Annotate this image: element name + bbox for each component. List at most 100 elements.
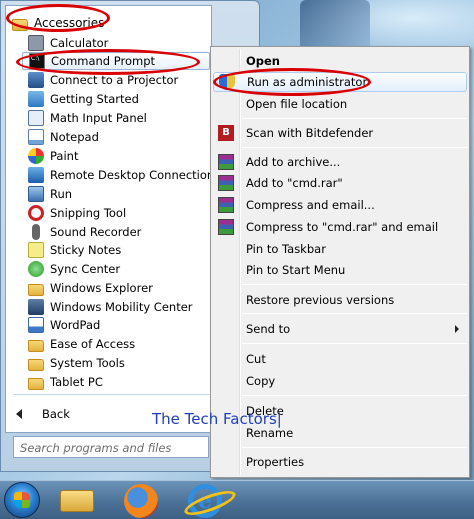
menu-label: Properties <box>246 455 305 469</box>
winrar-icon <box>218 175 234 191</box>
program-label: Snipping Tool <box>50 206 127 220</box>
programs-pane: Accessories Calculator Command Prompt Co… <box>5 5 214 433</box>
menu-label: Restore previous versions <box>246 293 395 307</box>
shield-icon <box>219 74 235 90</box>
program-label: Tablet PC <box>50 375 103 389</box>
wordpad-icon <box>28 317 44 333</box>
program-label: Ease of Access <box>50 337 136 351</box>
menu-separator <box>242 147 467 148</box>
program-label: Calculator <box>50 36 109 50</box>
menu-label: Copy <box>246 374 276 388</box>
program-snipping-tool[interactable]: Snipping Tool <box>22 204 227 222</box>
program-label: Sync Center <box>50 262 121 276</box>
back-label: Back <box>42 407 70 421</box>
folder-open-icon <box>12 18 28 31</box>
program-sync-center[interactable]: Sync Center <box>22 260 227 278</box>
notepad-icon <box>28 129 44 145</box>
menu-properties[interactable]: Properties <box>213 452 467 472</box>
divider <box>14 394 214 395</box>
menu-scan-bitdefender[interactable]: B Scan with Bitdefender <box>213 123 467 143</box>
menu-compress-to-cmd-rar-email[interactable]: Compress to "cmd.rar" and email <box>213 217 467 237</box>
program-paint[interactable]: Paint <box>22 147 227 165</box>
folder-icon <box>28 283 44 296</box>
program-label: WordPad <box>50 318 101 332</box>
program-notepad[interactable]: Notepad <box>22 128 227 146</box>
menu-pin-to-start-menu[interactable]: Pin to Start Menu <box>213 260 467 280</box>
search-input[interactable]: Search programs and files <box>13 436 209 458</box>
folder-tablet-pc[interactable]: Tablet PC <box>22 373 227 391</box>
folder-accessories[interactable]: Accessories <box>12 14 112 32</box>
menu-label: Rename <box>246 426 294 440</box>
program-label: Notepad <box>50 130 99 144</box>
program-run[interactable]: Run <box>22 185 227 203</box>
program-connect-projector[interactable]: Connect to a Projector <box>22 71 227 89</box>
menu-separator <box>242 447 467 448</box>
folder-icon <box>28 377 44 390</box>
remote-desktop-icon <box>28 167 44 183</box>
program-label: Run <box>50 187 73 201</box>
taskbar-explorer-icon[interactable] <box>60 490 94 512</box>
program-label: Paint <box>50 149 79 163</box>
program-wordpad[interactable]: WordPad <box>22 316 227 334</box>
program-label: Getting Started <box>50 92 139 106</box>
folder-system-tools[interactable]: System Tools <box>22 354 227 372</box>
getting-started-icon <box>28 91 44 107</box>
menu-cut[interactable]: Cut <box>213 349 467 369</box>
menu-label: Add to archive... <box>246 155 341 169</box>
menu-label: Compress and email... <box>246 198 375 212</box>
folder-ease-of-access[interactable]: Ease of Access <box>22 335 227 353</box>
program-label: Sound Recorder <box>50 225 142 239</box>
menu-compress-and-email[interactable]: Compress and email... <box>213 195 467 215</box>
menu-separator <box>242 343 467 344</box>
menu-pin-to-taskbar[interactable]: Pin to Taskbar <box>213 239 467 259</box>
program-command-prompt[interactable]: Command Prompt <box>22 52 210 70</box>
snipping-tool-icon <box>28 205 44 221</box>
program-getting-started[interactable]: Getting Started <box>22 90 227 108</box>
back-arrow-icon <box>16 409 22 419</box>
menu-open-file-location[interactable]: Open file location <box>213 94 467 114</box>
menu-copy[interactable]: Copy <box>213 371 467 391</box>
menu-separator <box>242 284 467 285</box>
watermark-text: The Tech Factors| <box>152 410 282 428</box>
winrar-icon <box>218 219 234 235</box>
menu-label: Pin to Start Menu <box>246 263 346 277</box>
program-label: Windows Mobility Center <box>50 300 193 314</box>
program-remote-desktop[interactable]: Remote Desktop Connection <box>22 166 227 184</box>
menu-label: Compress to "cmd.rar" and email <box>246 220 439 234</box>
menu-label: Open <box>246 54 280 68</box>
program-label: Sticky Notes <box>50 243 122 257</box>
menu-add-to-archive[interactable]: Add to archive... <box>213 152 467 172</box>
menu-add-to-cmd-rar[interactable]: Add to "cmd.rar" <box>213 173 467 193</box>
sync-center-icon <box>28 261 44 277</box>
menu-separator <box>242 395 467 396</box>
program-math-input[interactable]: Math Input Panel <box>22 109 227 127</box>
program-label: Windows Explorer <box>50 281 153 295</box>
menu-separator <box>242 118 467 119</box>
bitdefender-icon: B <box>218 125 234 141</box>
menu-separator <box>242 313 467 314</box>
program-sound-recorder[interactable]: Sound Recorder <box>22 223 227 241</box>
taskbar-firefox-icon[interactable] <box>124 484 158 518</box>
program-mobility-center[interactable]: Windows Mobility Center <box>22 298 227 316</box>
menu-open[interactable]: Open <box>213 51 467 71</box>
program-sticky-notes[interactable]: Sticky Notes <box>22 241 227 259</box>
paint-icon <box>28 148 44 164</box>
program-label: Remote Desktop Connection <box>50 168 215 182</box>
start-button[interactable] <box>4 482 40 518</box>
projector-icon <box>28 72 44 88</box>
submenu-arrow-icon <box>455 325 459 333</box>
program-label: System Tools <box>50 356 125 370</box>
menu-restore-previous-versions[interactable]: Restore previous versions <box>213 290 467 310</box>
menu-send-to[interactable]: Send to <box>213 319 467 339</box>
math-input-icon <box>28 110 44 126</box>
winrar-icon <box>218 197 234 213</box>
program-label: Command Prompt <box>51 54 156 68</box>
menu-label: Open file location <box>246 97 348 111</box>
program-label: Math Input Panel <box>50 111 147 125</box>
program-windows-explorer[interactable]: Windows Explorer <box>22 279 227 297</box>
menu-run-as-administrator[interactable]: Run as administrator <box>213 72 467 92</box>
taskbar-internet-explorer-icon[interactable]: e <box>188 484 222 518</box>
program-calculator[interactable]: Calculator <box>22 34 227 52</box>
folder-icon <box>28 339 44 352</box>
menu-label: Add to "cmd.rar" <box>246 176 343 190</box>
